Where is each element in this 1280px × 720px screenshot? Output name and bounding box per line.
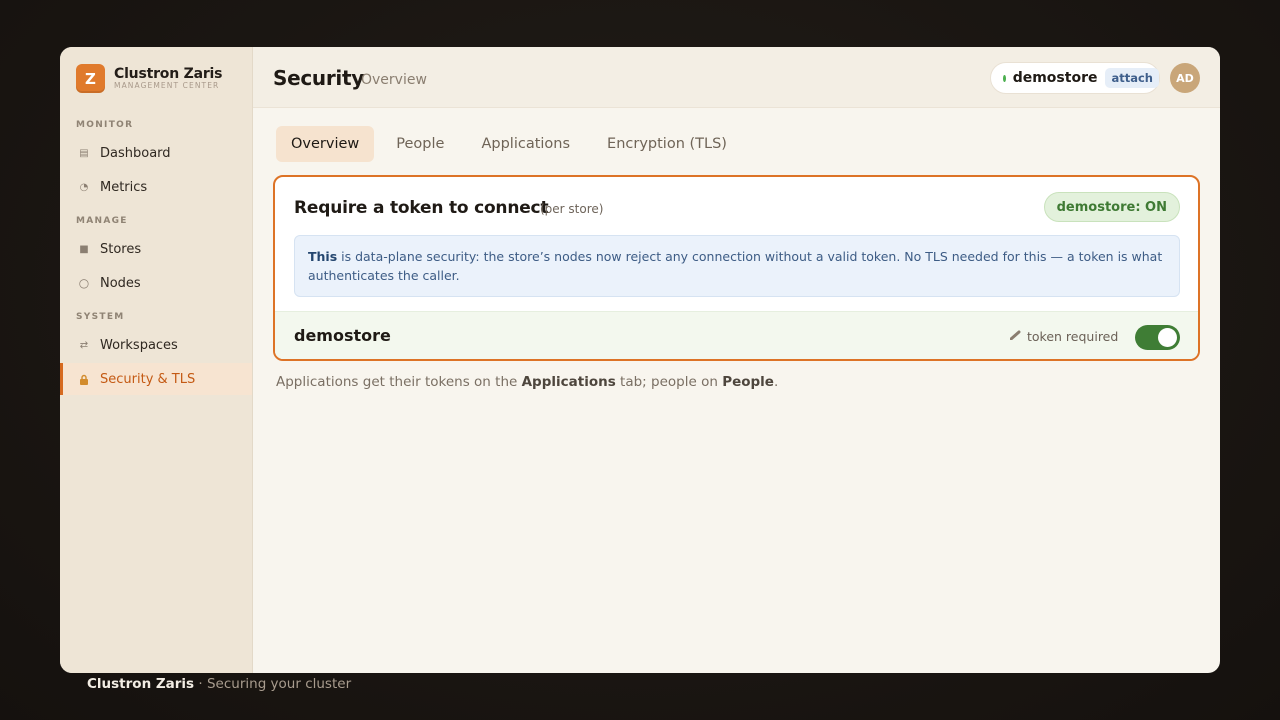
- sidebar-item-metrics[interactable]: ◔ Metrics: [60, 171, 252, 203]
- brand-logo-icon: Z: [76, 64, 105, 93]
- tab-people[interactable]: People: [381, 126, 459, 162]
- page-title: Security: [273, 66, 364, 90]
- nodes-icon: ○: [78, 276, 90, 290]
- info-text: is data-plane security: the store’s node…: [308, 249, 1163, 283]
- sidebar-item-label: Workspaces: [100, 337, 178, 353]
- footer-caption: Clustron Zaris · Securing your cluster: [87, 676, 351, 692]
- store-selector[interactable]: demostore attach: [990, 62, 1160, 94]
- token-requirement-card: Require a token to connect (per store) d…: [273, 175, 1200, 361]
- footer-text: · Securing your cluster: [194, 676, 352, 692]
- key-icon: [1009, 330, 1022, 343]
- people-link[interactable]: People: [722, 374, 774, 390]
- tab-overview[interactable]: Overview: [276, 126, 375, 162]
- store-token-row: demostore token required: [275, 311, 1198, 359]
- swap-icon: ⇄: [79, 339, 89, 351]
- status-dot-icon: [1003, 74, 1006, 82]
- attach-button[interactable]: attach: [1105, 68, 1159, 88]
- helper-part: .: [773, 374, 779, 390]
- page-subtitle: Overview: [361, 72, 427, 88]
- brand[interactable]: Z Clustron Zaris MANAGEMENT CENTER: [76, 64, 222, 93]
- nav-section-system: SYSTEM: [76, 312, 125, 322]
- sidebar-item-label: Nodes: [100, 275, 141, 291]
- tab-encryption-tls[interactable]: Encryption (TLS): [592, 126, 742, 162]
- sidebar-item-label: Stores: [100, 241, 142, 257]
- info-callout: This is data-plane security: the store’s…: [294, 235, 1180, 297]
- brand-name: Clustron Zaris: [114, 66, 223, 83]
- tab-bar: Overview People Applications Encryption …: [276, 126, 749, 162]
- card-title-note: (per store): [540, 202, 604, 216]
- nav-section-manage: MANAGE: [76, 216, 128, 226]
- stores-icon: ■: [79, 243, 89, 255]
- token-required-text: token required: [1027, 329, 1119, 344]
- applications-link[interactable]: Applications: [522, 374, 616, 390]
- tab-applications[interactable]: Applications: [466, 126, 585, 162]
- helper-part: Applications get their tokens on the: [276, 374, 522, 390]
- toggle-knob: [1158, 328, 1177, 347]
- store-name: demostore: [294, 326, 391, 345]
- main-content: Security Overview demostore attach AD Ov…: [253, 47, 1220, 673]
- sidebar: Z Clustron Zaris MANAGEMENT CENTER MONIT…: [60, 47, 253, 673]
- info-lead: This: [308, 249, 338, 264]
- dashboard-icon: ▤: [79, 147, 89, 159]
- avatar[interactable]: AD: [1170, 63, 1200, 93]
- sidebar-item-label: Metrics: [100, 179, 148, 195]
- topbar: Security Overview demostore attach AD: [253, 47, 1220, 108]
- sidebar-item-stores[interactable]: ■ Stores: [60, 233, 252, 265]
- sidebar-item-label: Security & TLS: [100, 371, 196, 387]
- helper-part: tab; people on: [615, 374, 723, 390]
- lock-icon: [77, 374, 91, 385]
- card-title: Require a token to connect: [294, 198, 549, 218]
- metrics-icon: ◔: [79, 181, 89, 193]
- app-window: Z Clustron Zaris MANAGEMENT CENTER MONIT…: [60, 47, 1220, 673]
- sidebar-item-label: Dashboard: [100, 145, 171, 161]
- status-badge: demostore: ON: [1043, 192, 1180, 222]
- token-required-label: token required: [1009, 329, 1119, 344]
- store-selector-name: demostore: [1012, 70, 1098, 86]
- brand-subtitle: MANAGEMENT CENTER: [114, 81, 220, 91]
- token-required-toggle[interactable]: [1135, 325, 1180, 350]
- nav-section-monitor: MONITOR: [76, 120, 134, 130]
- sidebar-item-dashboard[interactable]: ▤ Dashboard: [60, 137, 252, 169]
- footer-brand: Clustron Zaris: [87, 676, 195, 692]
- sidebar-item-security-tls[interactable]: Security & TLS: [60, 363, 252, 395]
- sidebar-item-nodes[interactable]: ○ Nodes: [60, 267, 252, 299]
- sidebar-item-workspaces[interactable]: ⇄ Workspaces: [60, 329, 252, 361]
- helper-text: Applications get their tokens on the App…: [276, 374, 778, 390]
